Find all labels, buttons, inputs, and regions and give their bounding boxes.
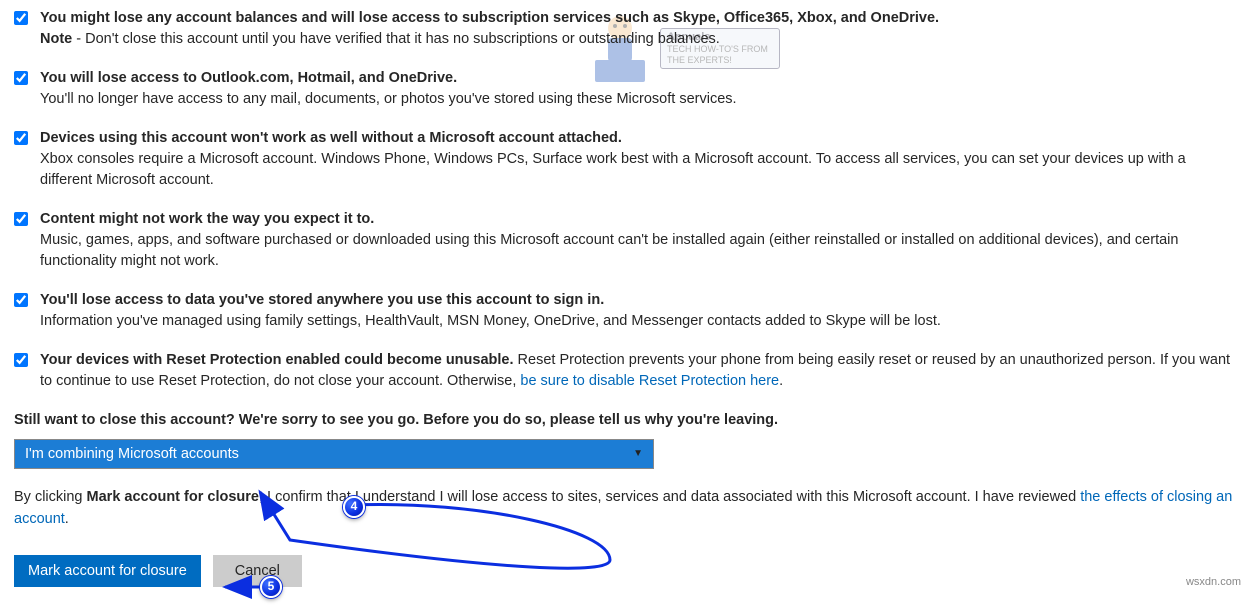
heading-data: You'll lose access to data you've stored… <box>40 290 1241 311</box>
suffix-reset-protection: . <box>779 373 783 389</box>
checkbox-devices[interactable] <box>14 131 28 145</box>
reason-selected: I'm combining Microsoft accounts <box>25 444 239 465</box>
note-label: Note <box>40 31 72 47</box>
checkbox-balances[interactable] <box>14 11 28 25</box>
body-data: Information you've managed using family … <box>40 311 1241 332</box>
mark-account-closure-button[interactable]: Mark account for closure <box>14 555 201 587</box>
chevron-down-icon: ▼ <box>633 447 643 462</box>
reason-dropdown[interactable]: I'm combining Microsoft accounts ▼ <box>14 439 654 469</box>
confirm-bold: Mark account for closure <box>87 489 259 505</box>
heading-balances: You might lose any account balances and … <box>40 10 939 26</box>
body-devices: Xbox consoles require a Microsoft accoun… <box>40 149 1241 191</box>
still-want-prompt: Still want to close this account? We're … <box>14 410 1241 431</box>
checklist-item-outlook: You will lose access to Outlook.com, Hot… <box>14 68 1241 110</box>
button-row: Mark account for closure Cancel <box>14 555 1241 587</box>
cancel-button[interactable]: Cancel <box>213 555 302 587</box>
checkbox-outlook[interactable] <box>14 71 28 85</box>
checklist-item-reset-protection: Your devices with Reset Protection enabl… <box>14 350 1241 392</box>
heading-content: Content might not work the way you expec… <box>40 209 1241 230</box>
heading-reset-protection: Your devices with Reset Protection enabl… <box>40 352 514 368</box>
body-content: Music, games, apps, and software purchas… <box>40 230 1241 272</box>
heading-devices: Devices using this account won't work as… <box>40 128 1241 149</box>
checkbox-data[interactable] <box>14 293 28 307</box>
note-body: - Don't close this account until you hav… <box>72 31 720 47</box>
body-outlook: You'll no longer have access to any mail… <box>40 89 1241 110</box>
checklist-item-devices: Devices using this account won't work as… <box>14 128 1241 191</box>
confirm-suffix: . <box>65 511 69 527</box>
heading-outlook: You will lose access to Outlook.com, Hot… <box>40 68 1241 89</box>
checklist-item-data: You'll lose access to data you've stored… <box>14 290 1241 332</box>
confirm-prefix: By clicking <box>14 489 87 505</box>
checklist-item-balances: You might lose any account balances and … <box>14 8 1241 50</box>
link-disable-reset-protection[interactable]: be sure to disable Reset Protection here <box>520 373 779 389</box>
footer-watermark: wsxdn.com <box>1186 575 1241 591</box>
confirm-mid: , I confirm that I understand I will los… <box>259 489 1080 505</box>
checklist-item-content: Content might not work the way you expec… <box>14 209 1241 272</box>
checkbox-reset-protection[interactable] <box>14 353 28 367</box>
checkbox-content[interactable] <box>14 212 28 226</box>
watermark-tagline2: THE EXPERTS! <box>667 55 773 66</box>
confirm-text: By clicking Mark account for closure, I … <box>14 487 1241 531</box>
